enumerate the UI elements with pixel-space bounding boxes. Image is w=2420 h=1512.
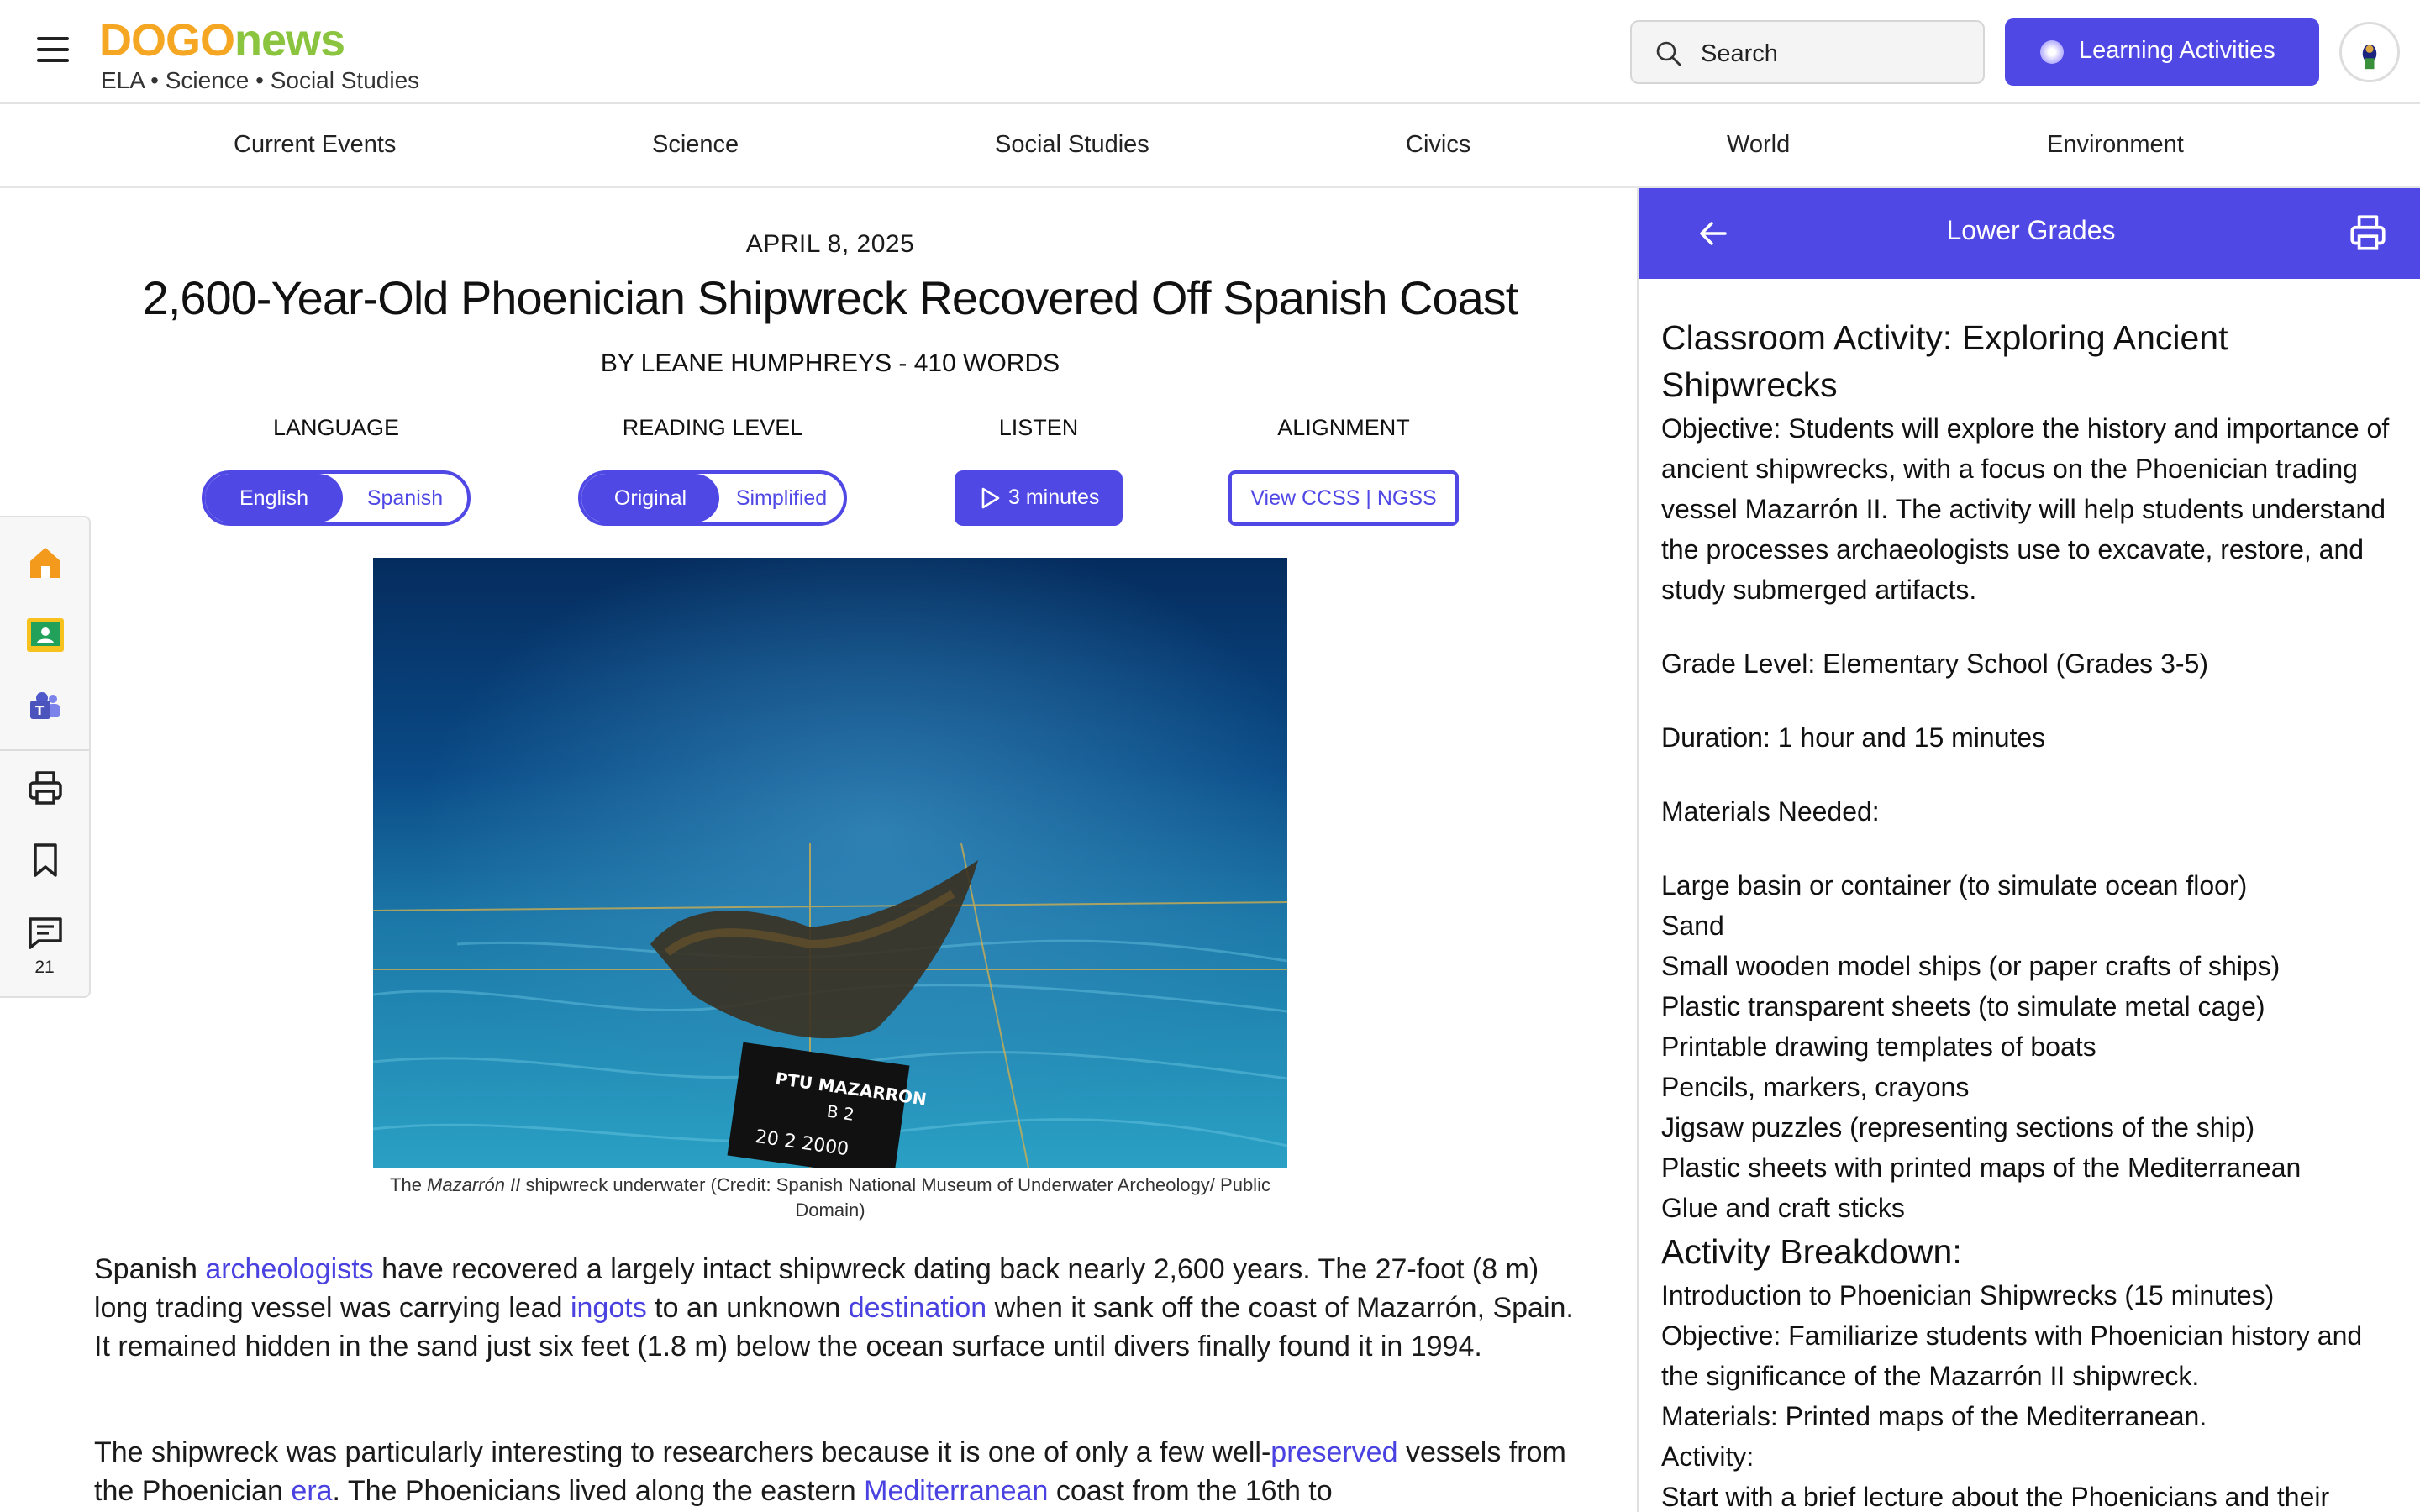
article-paragraph-2: The shipwreck was particularly interesti… bbox=[94, 1436, 1566, 1507]
comments-icon[interactable] bbox=[25, 912, 66, 953]
reading-original-option[interactable]: Original bbox=[581, 474, 719, 522]
material-item: Glue and craft sticks bbox=[1661, 1193, 1905, 1223]
activity-duration: Duration: 1 hour and 15 minutes bbox=[1661, 722, 2046, 753]
learning-activities-label: Learning Activities bbox=[2079, 37, 2275, 64]
article-photo: PTU MAZARRON B 2 20 2 2000 bbox=[373, 558, 1287, 1168]
nav-current-events[interactable]: Current Events bbox=[234, 131, 396, 159]
panel-print-icon[interactable] bbox=[2347, 212, 2389, 254]
vocab-link-archeologists[interactable]: archeologists bbox=[205, 1253, 373, 1285]
nav-social-studies[interactable]: Social Studies bbox=[995, 131, 1150, 159]
article-title: 2,600-Year-Old Phoenician Shipwreck Reco… bbox=[142, 271, 1519, 324]
breakdown-line: Introduction to Phoenician Shipwrecks (1… bbox=[1661, 1280, 2275, 1310]
search-input[interactable]: Search bbox=[1630, 20, 1985, 84]
panel-title: Lower Grades bbox=[1946, 215, 2116, 245]
activity-objective: Objective: Students will explore the his… bbox=[1661, 413, 2390, 605]
alignment-button[interactable]: View CCSS | NGSS bbox=[1228, 470, 1459, 526]
reading-level-toggle: Original Simplified bbox=[578, 470, 847, 526]
language-english-option[interactable]: English bbox=[205, 474, 343, 522]
microsoft-teams-icon[interactable]: T bbox=[25, 687, 66, 727]
nav-world[interactable]: World bbox=[1727, 131, 1790, 159]
breakdown-line: Start with a brief lecture about the Pho… bbox=[1661, 1482, 2330, 1512]
activity-grade: Grade Level: Elementary School (Grades 3… bbox=[1661, 648, 2208, 679]
print-icon[interactable] bbox=[25, 768, 66, 808]
svg-text:T: T bbox=[35, 703, 45, 718]
category-nav: Current Events Science Social Studies Ci… bbox=[0, 104, 2420, 188]
panel-header: Lower Grades bbox=[1639, 188, 2420, 279]
site-logo[interactable]: DOGOnews bbox=[99, 17, 345, 64]
listen-button[interactable]: 3 minutes bbox=[955, 470, 1123, 526]
material-item: Small wooden model ships (or paper craft… bbox=[1661, 951, 2281, 981]
site-tagline: ELA • Science • Social Studies bbox=[101, 67, 420, 93]
panel-body: Classroom Activity: Exploring Ancient Sh… bbox=[1661, 314, 2401, 1512]
breakdown-line: Objective: Familiarize students with Pho… bbox=[1661, 1320, 2363, 1391]
share-toolbar: T 21 bbox=[0, 516, 91, 998]
learning-activities-panel: Lower Grades Classroom Activity: Explori… bbox=[1637, 188, 2420, 1512]
vocab-link-destination[interactable]: destination bbox=[849, 1292, 986, 1324]
sign-line-2: B 2 bbox=[825, 1101, 855, 1125]
material-item: Large basin or container (to simulate oc… bbox=[1661, 870, 2248, 900]
site-header: DOGOnews ELA • Science • Social Studies … bbox=[0, 0, 2420, 104]
vocab-link-era[interactable]: era bbox=[291, 1475, 332, 1507]
language-spanish-option[interactable]: Spanish bbox=[343, 474, 467, 522]
photo-caption: The Mazarrón II shipwreck underwater (Cr… bbox=[390, 1174, 1270, 1221]
listen-duration: 3 minutes bbox=[1008, 486, 1100, 509]
play-icon bbox=[981, 487, 1000, 509]
alignment-label: ALIGNMENT bbox=[1277, 415, 1410, 440]
article-byline: BY LEANE HUMPHREYS - 410 WORDS bbox=[600, 349, 1060, 377]
material-item: Jigsaw puzzles (representing sections of… bbox=[1661, 1112, 2255, 1142]
home-icon[interactable] bbox=[25, 543, 66, 583]
language-toggle: English Spanish bbox=[202, 470, 471, 526]
search-placeholder: Search bbox=[1701, 40, 1778, 67]
material-item: Pencils, markers, crayons bbox=[1661, 1072, 1970, 1102]
material-item: Plastic sheets with printed maps of the … bbox=[1661, 1152, 2302, 1183]
material-item: Sand bbox=[1661, 911, 1724, 941]
google-classroom-icon[interactable] bbox=[25, 615, 66, 655]
comment-count: 21 bbox=[34, 958, 55, 977]
nav-environment[interactable]: Environment bbox=[2047, 131, 2184, 159]
user-avatar-icon bbox=[2342, 24, 2397, 80]
search-icon bbox=[1656, 41, 1681, 66]
language-label: LANGUAGE bbox=[272, 415, 400, 440]
bookmark-icon[interactable] bbox=[25, 840, 66, 880]
breakdown-line: Activity: bbox=[1661, 1441, 1754, 1472]
material-item: Printable drawing templates of boats bbox=[1661, 1032, 2096, 1062]
breakdown-heading: Activity Breakdown: bbox=[1661, 1232, 1962, 1271]
vocab-link-ingots[interactable]: ingots bbox=[571, 1292, 647, 1324]
nav-science[interactable]: Science bbox=[652, 131, 739, 159]
materials-label: Materials Needed: bbox=[1661, 796, 1880, 827]
vocab-link-preserved[interactable]: preserved bbox=[1270, 1436, 1397, 1468]
menu-icon[interactable] bbox=[37, 37, 69, 62]
avatar[interactable] bbox=[2339, 22, 2400, 82]
listen-label: LISTEN bbox=[998, 415, 1079, 440]
vocab-link-mediterranean[interactable]: Mediterranean bbox=[864, 1475, 1048, 1507]
material-item: Plastic transparent sheets (to simulate … bbox=[1661, 991, 2265, 1021]
article-paragraph-1: Spanish archeologists have recovered a l… bbox=[94, 1253, 1574, 1362]
activity-heading: Classroom Activity: Exploring Ancient Sh… bbox=[1661, 318, 2228, 404]
article-date: APRIL 8, 2025 bbox=[745, 230, 915, 258]
shipwreck-photo: PTU MAZARRON B 2 20 2 2000 bbox=[373, 558, 1287, 1168]
sparkle-icon bbox=[2040, 40, 2064, 64]
reading-simplified-option[interactable]: Simplified bbox=[719, 474, 844, 522]
toolbar-divider bbox=[0, 749, 89, 751]
reading-level-label: READING LEVEL bbox=[622, 415, 803, 440]
article: APRIL 8, 2025 2,600-Year-Old Phoenician … bbox=[0, 190, 1637, 1512]
learning-activities-button[interactable]: Learning Activities bbox=[2005, 18, 2319, 86]
breakdown-line: Materials: Printed maps of the Mediterra… bbox=[1661, 1401, 2207, 1431]
nav-civics[interactable]: Civics bbox=[1406, 131, 1470, 159]
